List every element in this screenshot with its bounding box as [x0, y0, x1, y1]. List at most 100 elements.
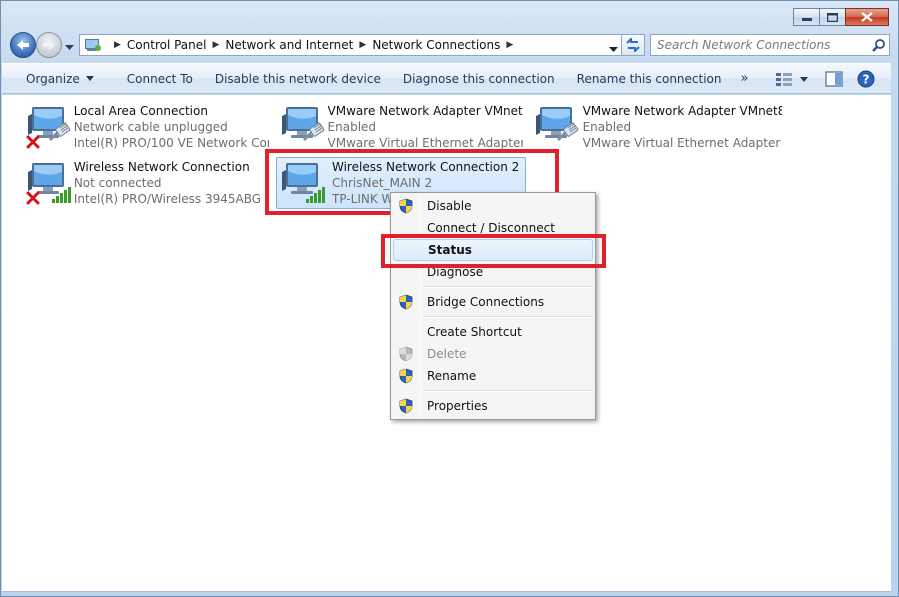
menu-item-label: Connect / Disconnect [427, 221, 555, 235]
menu-separator [423, 316, 593, 318]
recent-pages-dropdown[interactable] [65, 40, 74, 54]
preview-pane-icon [825, 71, 843, 87]
organize-label: Organize [26, 71, 80, 86]
menu-item-rename[interactable]: Rename [393, 365, 593, 387]
breadcrumb-separator-icon[interactable]: ▶ [506, 40, 513, 50]
help-button[interactable]: ? [853, 67, 879, 91]
ethernet-cable-icon [556, 122, 580, 142]
address-history-dropdown[interactable] [609, 42, 618, 56]
minimize-icon [801, 18, 812, 21]
menu-item-properties[interactable]: Properties [393, 395, 593, 417]
view-options-dropdown[interactable] [797, 67, 811, 91]
control-panel-icon [85, 39, 101, 51]
connection-device: VMware Virtual Ethernet Adapter ... [582, 136, 782, 150]
connection-item-vmnet8[interactable]: VMware Network Adapter VMnet8 Enabled VM… [532, 102, 782, 154]
search-icon[interactable] [869, 38, 889, 52]
view-details-icon [776, 73, 792, 86]
breadcrumb-separator-icon[interactable]: ▶ [213, 40, 220, 50]
chevron-down-icon [800, 76, 808, 82]
help-icon: ? [857, 70, 875, 88]
disconnected-x-icon [26, 191, 40, 205]
forward-button[interactable] [36, 32, 62, 58]
uac-shield-icon [398, 294, 414, 310]
connection-details: VMware Network Adapter VMnet8 Enabled VM… [583, 102, 782, 154]
disconnected-x-icon [26, 135, 40, 149]
connection-item-vmnet1[interactable]: VMware Network Adapter VMnet1 Enabled VM… [278, 102, 523, 154]
menu-item-bridge-connections[interactable]: Bridge Connections [393, 291, 593, 313]
menu-item-label: Delete [427, 347, 467, 361]
forward-arrow-icon [43, 40, 55, 50]
ethernet-cable-icon [302, 122, 326, 142]
connection-name: Wireless Network Connection [73, 160, 250, 174]
navigation-bar: ▶ Control Panel ▶ Network and Internet ▶… [9, 31, 891, 59]
close-button[interactable] [845, 8, 889, 26]
back-button[interactable] [10, 32, 36, 58]
minimize-button[interactable] [793, 8, 820, 26]
search-box [650, 34, 890, 56]
breadcrumb-network-connections[interactable]: Network Connections [372, 38, 500, 52]
explorer-window: ▶ Control Panel ▶ Network and Internet ▶… [0, 0, 899, 597]
refresh-icon [626, 38, 640, 52]
network-adapter-icon [532, 102, 583, 154]
connection-details: VMware Network Adapter VMnet1 Enabled VM… [328, 102, 523, 154]
connection-name: VMware Network Adapter VMnet1 [327, 104, 523, 118]
menu-separator [423, 390, 593, 392]
menu-item-label: Bridge Connections [427, 295, 545, 309]
view-controls: ? [771, 67, 879, 91]
breadcrumb-separator-icon: ▶ [114, 40, 121, 50]
connection-item-local-area[interactable]: Local Area Connection Network cable unpl… [24, 102, 269, 154]
organize-button[interactable]: Organize [2, 67, 116, 91]
menu-item-create-shortcut[interactable]: Create Shortcut [393, 321, 593, 343]
highlight-box-status-item [381, 234, 606, 268]
diagnose-connection-button[interactable]: Diagnose this connection [392, 67, 566, 91]
maximize-icon [827, 12, 838, 22]
close-icon [861, 12, 873, 22]
breadcrumb-separator-icon[interactable]: ▶ [359, 40, 366, 50]
menu-item-label: Properties [427, 399, 488, 413]
connection-status: Not connected [73, 176, 162, 190]
connection-name: Local Area Connection [73, 104, 208, 118]
menu-item-disable[interactable]: Disable [393, 195, 593, 217]
change-view-button[interactable] [771, 67, 797, 91]
network-adapter-icon [278, 102, 328, 154]
uac-shield-icon [398, 198, 414, 214]
chevron-down-icon [85, 76, 94, 81]
menu-item-delete: Delete [393, 343, 593, 365]
connection-details: Wireless Network Connection Not connecte… [74, 158, 269, 210]
uac-shield-disabled-icon [398, 346, 414, 362]
menu-item-label: Rename [427, 369, 477, 383]
connection-details: Local Area Connection Network cable unpl… [74, 102, 269, 154]
connection-status: Enabled [582, 120, 632, 134]
connection-device: Intel(R) PRO/100 VE Network Con... [73, 136, 269, 150]
connection-name: VMware Network Adapter VMnet8 [582, 104, 782, 118]
search-input[interactable] [657, 38, 869, 52]
refresh-button[interactable] [621, 34, 645, 56]
more-commands-button[interactable]: » [733, 67, 757, 91]
caption-buttons [793, 8, 889, 26]
menu-separator [423, 286, 593, 288]
breadcrumb-control-panel[interactable]: Control Panel [127, 38, 207, 52]
connection-status: Network cable unplugged [73, 120, 228, 134]
preview-pane-button[interactable] [821, 67, 847, 91]
signal-bars-icon [51, 185, 73, 203]
connect-to-button[interactable]: Connect To [116, 67, 204, 91]
uac-shield-icon [398, 398, 414, 414]
svg-text:?: ? [863, 73, 870, 87]
chevron-down-icon [609, 47, 618, 52]
maximize-button[interactable] [819, 8, 846, 26]
menu-item-label: Disable [427, 199, 472, 213]
breadcrumb-network-and-internet[interactable]: Network and Internet [225, 38, 353, 52]
command-bar: Organize Connect To Disable this network… [2, 63, 891, 94]
back-arrow-icon [17, 40, 29, 50]
connection-item-wireless[interactable]: Wireless Network Connection Not connecte… [24, 158, 269, 210]
connection-status: Enabled [327, 120, 377, 134]
disable-network-device-button[interactable]: Disable this network device [204, 67, 392, 91]
uac-shield-icon [398, 368, 414, 384]
connection-device: Intel(R) PRO/Wireless 3945ABG N... [73, 192, 269, 206]
menu-item-label: Create Shortcut [427, 325, 522, 339]
network-adapter-icon [24, 102, 74, 154]
chevron-down-icon [65, 45, 74, 50]
address-bar[interactable]: ▶ Control Panel ▶ Network and Internet ▶… [79, 34, 623, 56]
rename-connection-button[interactable]: Rename this connection [566, 67, 733, 91]
ethernet-cable-icon [48, 122, 72, 142]
